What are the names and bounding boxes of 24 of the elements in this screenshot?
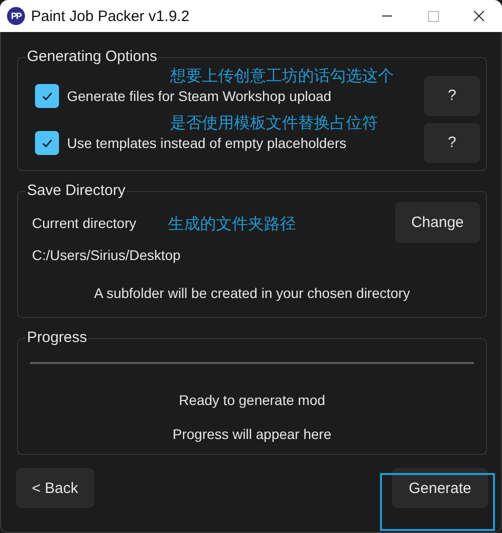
change-button[interactable]: Change [395, 202, 480, 243]
subfolder-note: A subfolder will be created in your chosen directory [93, 284, 411, 303]
annotation-text: 生成的文件夹路径 [168, 214, 296, 234]
generate-button[interactable]: Generate [392, 468, 488, 508]
directory-path: C:/Users/Sirius/Desktop [31, 246, 182, 265]
checkbox[interactable] [35, 130, 59, 154]
help-button[interactable]: ? [424, 76, 480, 116]
annotation-text: 是否使用模板文件替换占位符 [170, 113, 378, 133]
help-button[interactable]: ? [424, 122, 480, 162]
group-title: Generating Options [26, 48, 158, 66]
maximize-icon [428, 10, 438, 22]
close-icon[interactable] [473, 10, 485, 22]
progress-detail: Progress will appear here [172, 425, 332, 444]
window-title: Paint Job Packer v1.9.2 [31, 8, 190, 24]
group-title: Progress [26, 329, 88, 347]
annotation-text: 想要上传创意工坊的话勾选这个 [170, 66, 394, 86]
checkbox[interactable] [35, 84, 59, 108]
app-logo: PP [7, 7, 25, 25]
directory-label: Current directory [32, 214, 136, 230]
option-label: Use templates instead of empty placeholders [67, 134, 348, 150]
back-button[interactable]: < Back [16, 468, 94, 508]
option-label: Generate files for Steam Workshop upload [67, 88, 332, 104]
progress-status: Ready to generate mod [178, 391, 326, 410]
group-title: Save Directory [26, 182, 126, 200]
